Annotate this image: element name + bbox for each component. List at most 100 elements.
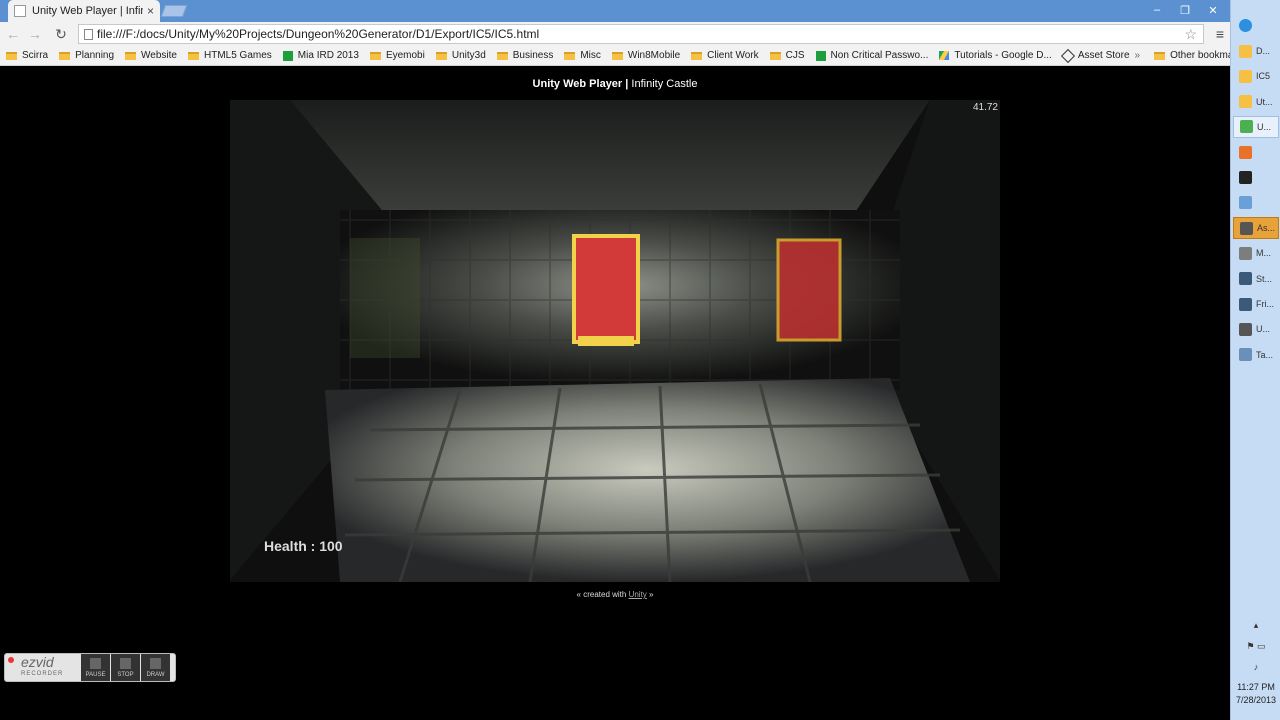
bookmark-label: HTML5 Games — [204, 50, 272, 61]
taskbar-item-label: IC5 — [1256, 71, 1271, 82]
taskbar-item-label: M... — [1256, 248, 1271, 259]
taskbar-item[interactable]: As... — [1233, 217, 1279, 240]
folder-icon — [125, 51, 137, 60]
bookmark-item[interactable]: Misc — [558, 50, 606, 61]
browser-tab[interactable]: Unity Web Player | Infinity × — [8, 0, 160, 22]
folder-icon — [435, 51, 447, 60]
unity-game-canvas[interactable]: 41.72 Health : 100 — [230, 100, 1000, 582]
windows-taskbar: ▴ ⚑ ▭ ♪ 11:27 PM 7/28/2013 D... IC5 Ut... U..… — [1230, 0, 1280, 720]
bookmarks-overflow-button[interactable]: » — [1135, 50, 1141, 61]
page-title-sub: Infinity Castle — [631, 78, 698, 90]
address-bar[interactable]: file:///F:/docs/Unity/My%20Projects/Dung… — [78, 24, 1204, 44]
folder-icon — [369, 51, 381, 60]
bookmarks-bar: Scirra Planning Website HTML5 Games Mia IRD … — [0, 46, 1247, 66]
taskbar-item[interactable]: St... — [1233, 268, 1279, 290]
folder-icon — [1239, 95, 1252, 109]
bookmark-item[interactable]: CJS — [764, 50, 810, 61]
unity-link[interactable]: Unity — [629, 590, 647, 599]
steam-icon — [1239, 272, 1252, 286]
bookmark-label: Asset Store — [1077, 50, 1130, 61]
window-controls: – ❐ ✕ — [1148, 0, 1222, 20]
taskbar-item-label: D... — [1256, 46, 1271, 56]
url-text: file:///F:/docs/Unity/My%20Projects/Dung… — [97, 27, 540, 41]
fps-counter: 41.72 — [972, 102, 998, 113]
taskbar-item[interactable]: Ta... — [1233, 344, 1279, 366]
taskbar-item[interactable]: Fri... — [1233, 293, 1279, 315]
folder-icon — [564, 51, 576, 60]
taskbar-item[interactable]: IC5 — [1233, 65, 1279, 87]
bookmark-item[interactable]: Planning — [53, 50, 119, 61]
bookmark-label: Eyemobi — [385, 50, 425, 61]
taskbar-item-label: U... — [1256, 324, 1271, 335]
ezvid-logo: ezvid RECORDER — [21, 655, 64, 680]
bookmark-item[interactable]: Win8Mobile — [606, 50, 685, 61]
taskbar-item-label: Fri... — [1256, 299, 1274, 309]
bookmark-label: Mia IRD 2013 — [297, 50, 359, 61]
health-readout: Health : 100 — [264, 538, 343, 554]
draw-button[interactable]: DRAW — [141, 654, 170, 681]
bookmark-label: Unity3d — [451, 50, 486, 61]
folder-icon — [188, 51, 199, 60]
back-button[interactable]: ← — [2, 26, 24, 42]
bookmark-item[interactable]: Business — [491, 50, 559, 61]
taskbar-item[interactable] — [1233, 141, 1279, 163]
bookmark-item[interactable]: Asset Store — [1057, 48, 1135, 63]
bookmark-item[interactable]: Mia IRD 2013 — [277, 50, 364, 61]
unity-credit: « created with Unity » — [0, 590, 1230, 599]
folder-icon — [1239, 44, 1252, 58]
new-tab-button[interactable] — [160, 5, 188, 17]
pause-button[interactable]: PAUSE — [81, 654, 110, 681]
taskbar-item[interactable]: Ut... — [1233, 91, 1279, 113]
folder-icon — [769, 51, 781, 60]
tab-strip: Unity Web Player | Infinity × – ❐ ✕ — [0, 0, 1230, 22]
bookmark-item[interactable]: Client Work — [685, 50, 764, 61]
monodevelop-icon — [1239, 246, 1252, 260]
page-title: Unity Web Player | Infinity Castle — [0, 78, 1230, 90]
ezvid-recorder-widget: ezvid RECORDER PAUSE STOP DRAW — [4, 653, 176, 682]
sheet-icon — [815, 50, 826, 61]
page-favicon-icon — [14, 5, 26, 17]
sheet-icon — [282, 50, 293, 61]
unity-icon — [1060, 48, 1075, 63]
taskbar-item-label: Ta... — [1256, 349, 1274, 360]
taskbar-item[interactable]: M... — [1233, 242, 1279, 264]
close-window-button[interactable]: ✕ — [1204, 4, 1222, 17]
unity-icon — [1239, 322, 1252, 336]
ie-icon[interactable] — [1233, 14, 1279, 36]
taskbar-item-label: As... — [1257, 223, 1276, 234]
terminal-icon — [1239, 171, 1252, 184]
taskbar-item[interactable] — [1233, 192, 1279, 214]
chrome-menu-icon[interactable]: ≡ — [1216, 26, 1224, 42]
bookmark-item[interactable]: Unity3d — [430, 50, 491, 61]
minimize-button[interactable]: – — [1148, 4, 1166, 16]
restore-button[interactable]: ❐ — [1176, 4, 1194, 17]
bookmark-label: Scirra — [22, 50, 49, 61]
folder-icon — [1154, 51, 1166, 60]
bookmark-item[interactable]: Website — [119, 50, 182, 61]
taskbar-item[interactable]: U... — [1233, 318, 1279, 340]
dungeon-scene — [230, 100, 1000, 582]
taskbar-item[interactable]: D... — [1233, 40, 1279, 62]
bookmark-item[interactable]: Non Critical Passwo... — [810, 50, 934, 61]
folder-icon — [496, 51, 508, 60]
tab-close-icon[interactable]: × — [147, 4, 154, 18]
bookmark-item[interactable]: Scirra — [0, 50, 53, 61]
tab-title: Unity Web Player | Infinity — [32, 5, 143, 17]
window-icon — [1239, 196, 1252, 210]
bookmark-star-icon[interactable]: ☆ — [1184, 26, 1197, 43]
bookmark-label: CJS — [785, 50, 805, 61]
bookmark-label: Non Critical Passwo... — [830, 50, 929, 61]
bookmark-item[interactable]: HTML5 Games — [182, 50, 277, 61]
bookmark-item[interactable]: Tutorials - Google D... — [933, 50, 1056, 61]
clock[interactable]: 11:27 PM 7/28/2013 — [1231, 681, 1280, 707]
reload-button[interactable]: ↻ — [50, 26, 72, 43]
forward-button[interactable]: → — [24, 26, 46, 42]
folder-icon — [6, 51, 17, 60]
taskbar-item[interactable] — [1233, 167, 1279, 189]
taskbar-item[interactable]: U... — [1233, 115, 1279, 138]
bookmark-label: Planning — [75, 50, 115, 61]
page-icon — [84, 29, 93, 40]
stop-button[interactable]: STOP — [111, 654, 140, 681]
bookmark-item[interactable]: Eyemobi — [364, 50, 430, 61]
ezvid-logo-sub: RECORDER — [21, 670, 64, 677]
